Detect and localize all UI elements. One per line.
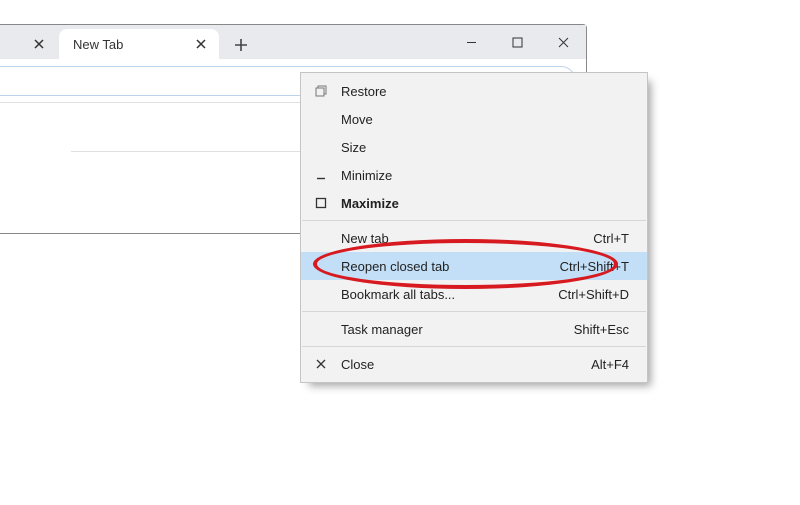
- window-controls: [448, 25, 586, 59]
- menu-accel: Ctrl+T: [593, 231, 629, 246]
- menu-accel: Alt+F4: [591, 357, 629, 372]
- menu-accel: Ctrl+Shift+D: [558, 287, 629, 302]
- menu-separator: [302, 346, 646, 347]
- window-close-button[interactable]: [540, 25, 586, 59]
- menu-label: Minimize: [341, 168, 629, 183]
- menu-size[interactable]: Size: [301, 133, 647, 161]
- menu-move[interactable]: Move: [301, 105, 647, 133]
- restore-icon: [301, 85, 341, 97]
- menu-minimize[interactable]: Minimize: [301, 161, 647, 189]
- titlebar[interactable]: New Tab: [0, 25, 586, 59]
- minimize-button[interactable]: [448, 25, 494, 59]
- menu-label: Close: [341, 357, 591, 372]
- menu-bookmark-all-tabs[interactable]: Bookmark all tabs... Ctrl+Shift+D: [301, 280, 647, 308]
- close-tab-icon[interactable]: [31, 36, 47, 52]
- tab-active[interactable]: New Tab: [59, 29, 219, 59]
- menu-maximize[interactable]: Maximize: [301, 189, 647, 217]
- maximize-icon: [301, 197, 341, 209]
- menu-reopen-closed-tab[interactable]: Reopen closed tab Ctrl+Shift+T: [301, 252, 647, 280]
- menu-label: Bookmark all tabs...: [341, 287, 558, 302]
- minimize-icon: [301, 169, 341, 181]
- menu-label: Maximize: [341, 196, 629, 211]
- tab-previous[interactable]: [0, 29, 57, 59]
- maximize-button[interactable]: [494, 25, 540, 59]
- menu-close[interactable]: Close Alt+F4: [301, 350, 647, 378]
- menu-label: Move: [341, 112, 629, 127]
- tab-strip: New Tab: [0, 25, 448, 59]
- new-tab-button[interactable]: [227, 31, 255, 59]
- menu-label: Task manager: [341, 322, 574, 337]
- system-context-menu: Restore Move Size Minimize Maximize New …: [300, 72, 648, 383]
- menu-label: Reopen closed tab: [341, 259, 560, 274]
- close-tab-icon[interactable]: [193, 36, 209, 52]
- close-icon: [301, 358, 341, 370]
- menu-label: New tab: [341, 231, 593, 246]
- menu-task-manager[interactable]: Task manager Shift+Esc: [301, 315, 647, 343]
- menu-label: Restore: [341, 84, 629, 99]
- menu-separator: [302, 220, 646, 221]
- menu-accel: Shift+Esc: [574, 322, 629, 337]
- menu-accel: Ctrl+Shift+T: [560, 259, 629, 274]
- tab-label: New Tab: [73, 37, 187, 52]
- menu-separator: [302, 311, 646, 312]
- menu-restore[interactable]: Restore: [301, 77, 647, 105]
- menu-new-tab[interactable]: New tab Ctrl+T: [301, 224, 647, 252]
- menu-label: Size: [341, 140, 629, 155]
